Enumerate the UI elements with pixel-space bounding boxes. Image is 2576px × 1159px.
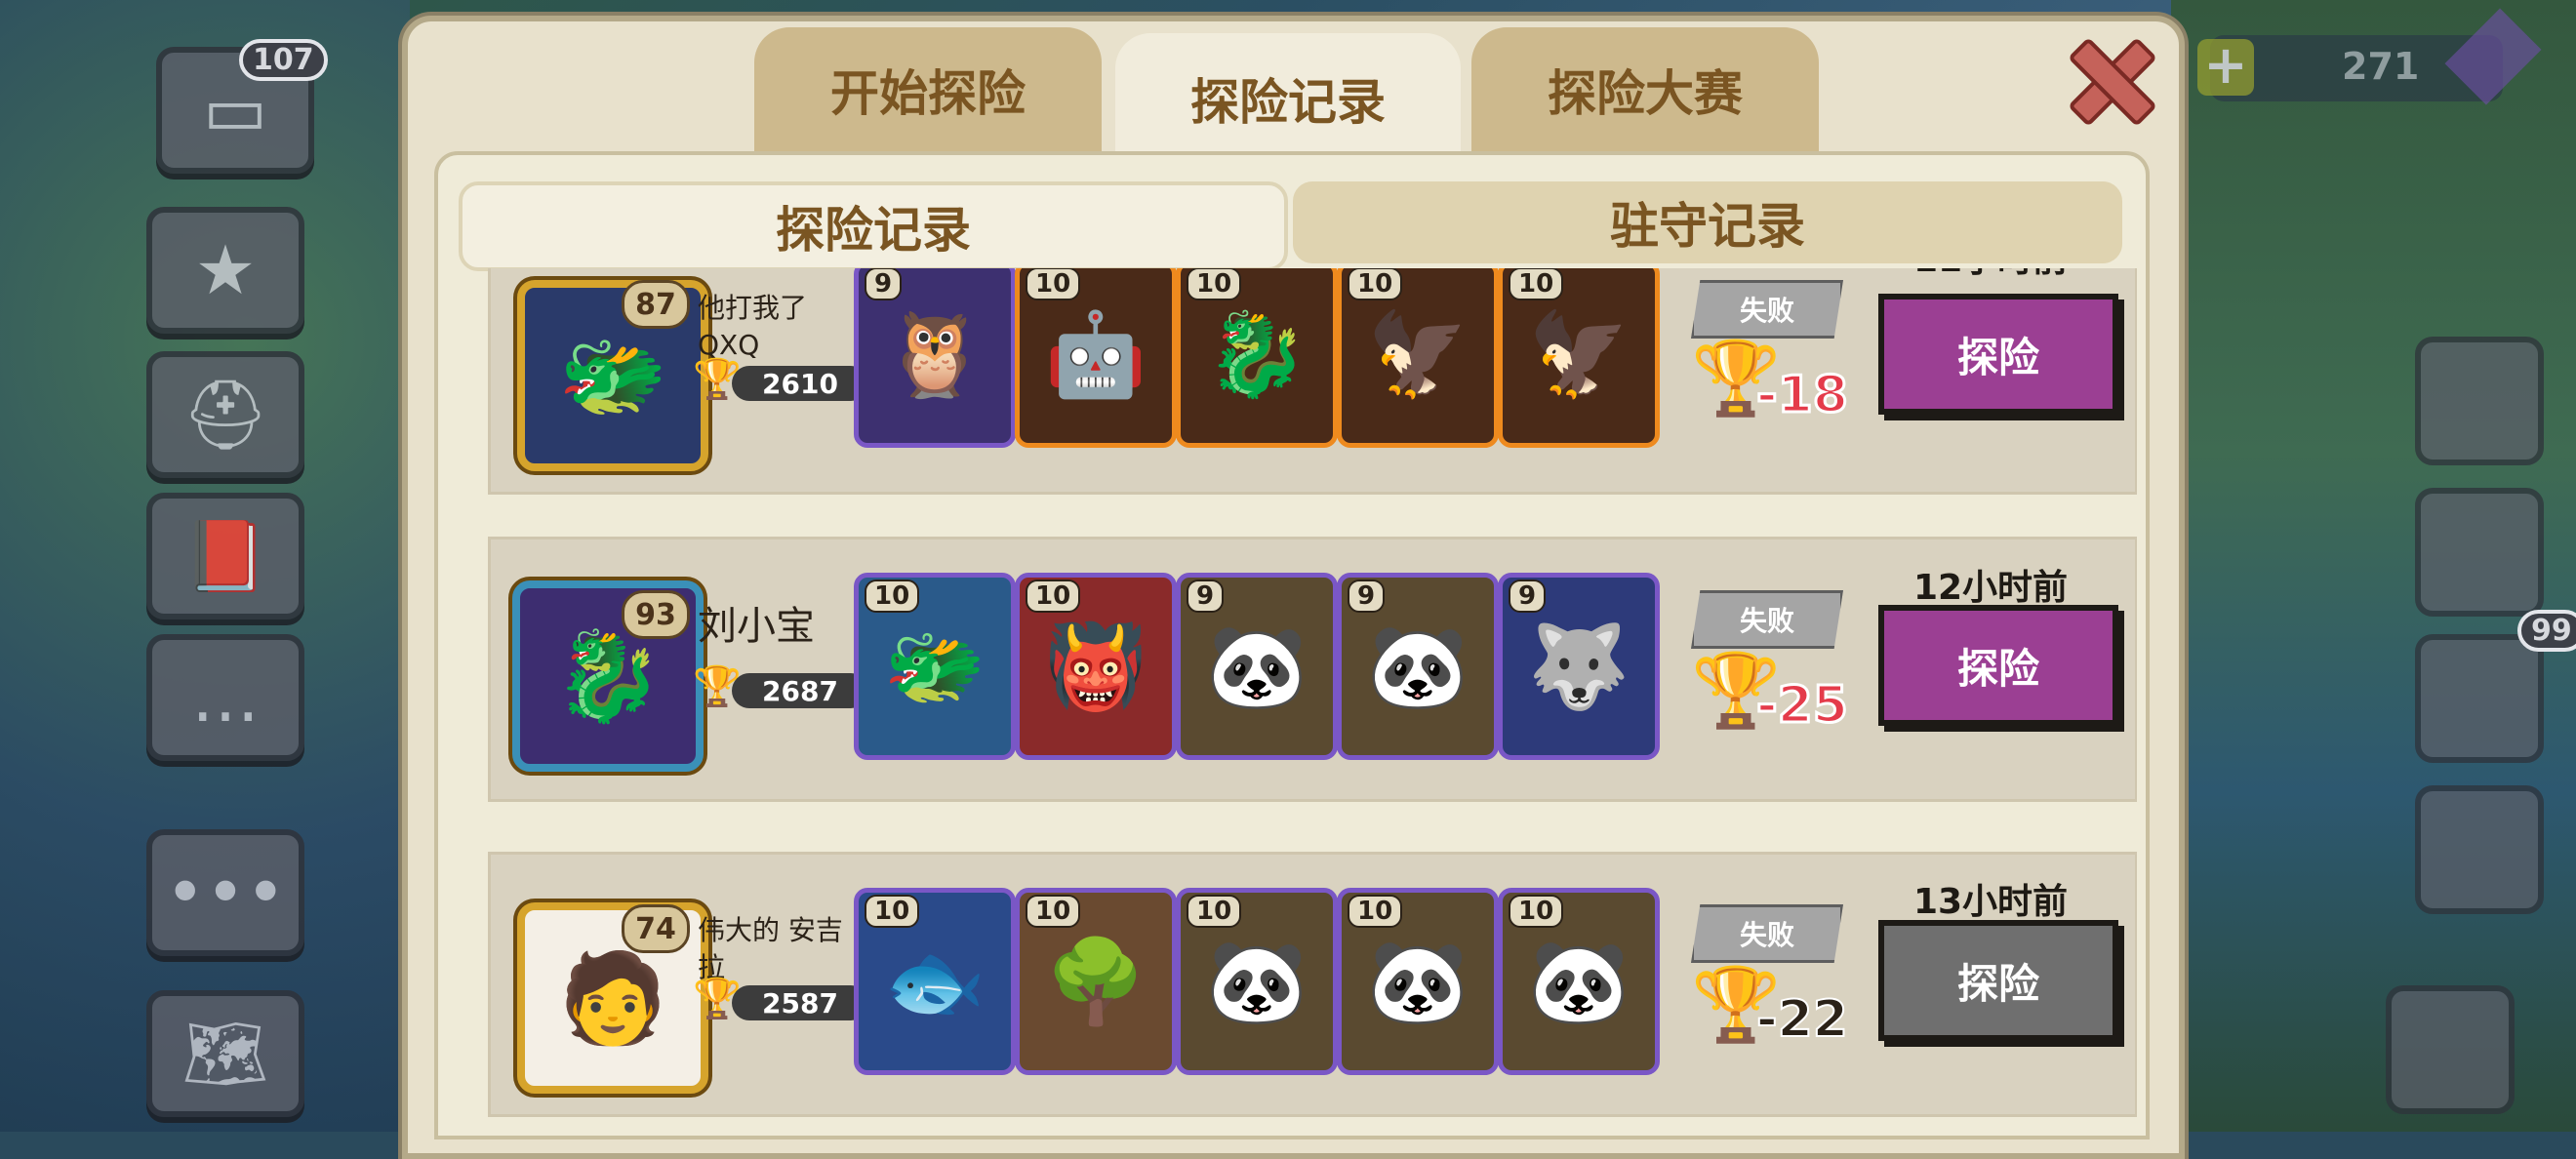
egg-count-badge: 99 <box>2517 610 2576 652</box>
card-level: 9 <box>1187 580 1225 613</box>
explore-button[interactable]: 探险 <box>1878 294 2118 415</box>
right-ship-button[interactable] <box>2415 785 2544 914</box>
panda-icon: 🐼 <box>1366 618 1469 714</box>
card-icon: ▭ <box>202 70 268 150</box>
subtab-adventure-records[interactable]: 探险记录 <box>459 181 1288 271</box>
creature-card[interactable]: 10 🌳 <box>1015 888 1177 1075</box>
creature-card[interactable]: 10 🐼 <box>1498 888 1660 1075</box>
sidebar-helmet-button[interactable]: ⛑ <box>146 351 304 478</box>
panda-icon: 🐼 <box>1366 933 1469 1029</box>
map-icon: 🗺 <box>181 1013 269 1094</box>
explore-button[interactable]: 探险 <box>1878 920 2118 1041</box>
battle-result: 失败 <box>1691 590 1843 649</box>
creature-card[interactable]: 9 🐼 <box>1337 573 1499 760</box>
card-level: 9 <box>1509 580 1547 613</box>
creature-card[interactable]: 10 🐟 <box>854 888 1016 1075</box>
record-time: 11小时前 <box>1873 268 2108 282</box>
player-name: 刘小宝 <box>698 604 815 649</box>
creature-card[interactable]: 10 🐲 <box>854 573 1016 760</box>
right-banner-button[interactable] <box>2415 337 2544 465</box>
tab-adventure-contest[interactable]: 探险大赛 <box>1471 27 1819 152</box>
griffin-icon: 🦅 <box>1527 305 1630 402</box>
card-level: 10 <box>865 580 920 613</box>
add-resource-button[interactable]: + <box>2197 39 2254 96</box>
trophy-change: -18 <box>1755 365 1850 426</box>
book-icon: 📕 <box>182 515 268 596</box>
creature-card[interactable]: 10 👹 <box>1015 573 1177 760</box>
sidebar-more-button[interactable]: ••• <box>146 829 304 956</box>
creature-card[interactable]: 10 🦅 <box>1337 268 1499 448</box>
card-level: 10 <box>865 895 920 928</box>
creature-card[interactable]: 10 🐼 <box>1176 888 1338 1075</box>
panda-icon: 🐼 <box>1205 618 1308 714</box>
creature-card[interactable]: 10 🤖 <box>1015 268 1177 448</box>
card-level: 9 <box>1348 580 1386 613</box>
battle-result: 失败 <box>1691 904 1843 963</box>
owl-icon: 🦉 <box>883 305 986 402</box>
right-chest-button[interactable] <box>2386 985 2515 1114</box>
record-time: 12小时前 <box>1912 568 2069 608</box>
ogre-icon: 👹 <box>1044 618 1147 714</box>
creature-card[interactable]: 10 🦅 <box>1498 268 1660 448</box>
player-trophies: 2610 <box>732 366 868 401</box>
tab-start-adventure[interactable]: 开始探险 <box>754 27 1102 152</box>
panda-icon: 🐼 <box>1527 933 1630 1029</box>
tab-adventure-records[interactable]: 探险记录 <box>1115 33 1461 164</box>
player-level: 93 <box>622 590 690 639</box>
helmet-icon: ⛑ <box>181 374 269 455</box>
battle-result: 失败 <box>1691 280 1843 339</box>
panda-icon: 🐼 <box>1205 933 1308 1029</box>
creature-card[interactable]: 9 🐼 <box>1176 573 1338 760</box>
creature-card[interactable]: 10 🐉 <box>1176 268 1338 448</box>
record-time: 13小时前 <box>1912 882 2069 922</box>
sidebar-chat-button[interactable]: … <box>146 634 304 761</box>
griffin-icon: 🦅 <box>1366 305 1469 402</box>
card-level: 10 <box>1509 268 1564 300</box>
creature-card[interactable]: 10 🐼 <box>1337 888 1499 1075</box>
chat-icon: … <box>191 658 260 738</box>
subtab-garrison-records[interactable]: 驻守记录 <box>1293 181 2122 263</box>
wolf-icon: 🐺 <box>1527 618 1630 714</box>
card-level: 9 <box>865 268 903 300</box>
close-icon[interactable] <box>2067 37 2145 115</box>
dragon-avatar-icon: 🐲 <box>557 324 668 427</box>
trophy-change: -25 <box>1755 675 1850 737</box>
trophy-change: -22 <box>1755 989 1849 1050</box>
dragon-avatar-icon: 🐉 <box>552 624 664 728</box>
card-level: 10 <box>1187 268 1242 300</box>
ice-dragon-icon: 🐲 <box>883 618 986 714</box>
sidebar-map-button[interactable]: 🗺 <box>146 990 304 1117</box>
card-level: 10 <box>1026 268 1081 300</box>
resource-count: 271 <box>2342 45 2420 88</box>
right-egg-button[interactable] <box>2415 634 2544 763</box>
more-icon: ••• <box>165 853 286 933</box>
creature-card[interactable]: 9 🦉 <box>854 268 1016 448</box>
card-level: 10 <box>1348 895 1403 928</box>
treant-icon: 🌳 <box>1044 933 1147 1029</box>
sidebar-book-button[interactable]: 📕 <box>146 493 304 619</box>
player-trophies: 2587 <box>732 985 868 1020</box>
card-level: 10 <box>1026 895 1081 928</box>
card-level: 10 <box>1348 268 1403 300</box>
sidebar-count-badge: 107 <box>239 39 328 81</box>
portrait-avatar-icon: 🧑 <box>557 946 668 1050</box>
card-level: 10 <box>1026 580 1081 613</box>
player-level: 87 <box>622 280 690 329</box>
player-name: 他打我了QXQ <box>698 292 808 361</box>
card-level: 10 <box>1509 895 1564 928</box>
records-list: 🐲 87 他打我了QXQ 🏆 2610 9 🦉 10 🤖 10 🐉 10 🦅 10 🦅 失… <box>454 268 2137 1132</box>
dragon-icon: 🐉 <box>1205 305 1308 402</box>
creature-card[interactable]: 9 🐺 <box>1498 573 1660 760</box>
sidebar-star-button[interactable]: ★ <box>146 207 304 334</box>
explore-button[interactable]: 探险 <box>1878 605 2118 726</box>
player-level: 74 <box>622 904 690 953</box>
fish-icon: 🐟 <box>883 933 986 1029</box>
star-icon: ★ <box>194 230 257 310</box>
right-gift-button[interactable] <box>2415 488 2544 617</box>
robot-icon: 🤖 <box>1044 305 1147 402</box>
card-level: 10 <box>1187 895 1242 928</box>
player-trophies: 2687 <box>732 673 868 708</box>
